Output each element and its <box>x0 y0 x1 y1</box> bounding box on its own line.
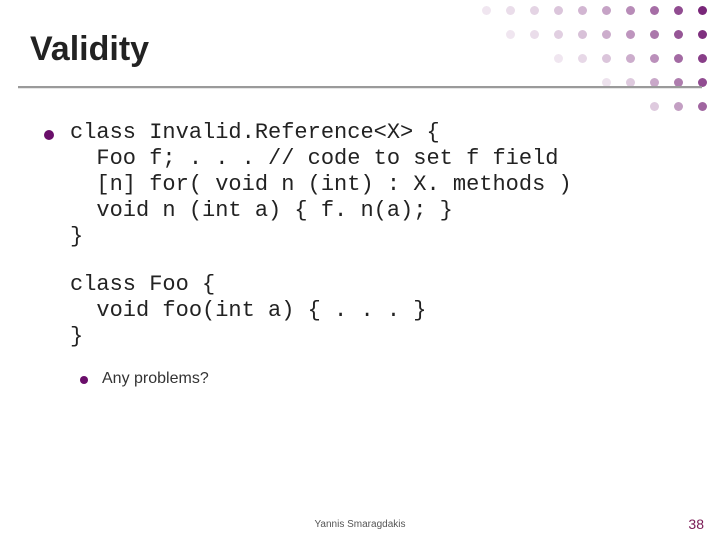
code-block-1: class Invalid.Reference<X> { Foo f; . . … <box>70 120 690 250</box>
bullet-item: class Invalid.Reference<X> { Foo f; . . … <box>42 120 690 250</box>
corner-dot-decoration <box>460 0 720 120</box>
page-number: 38 <box>688 516 704 532</box>
slide-title: Validity <box>30 30 149 69</box>
sub-bullet-item: Any problems? <box>80 370 690 388</box>
slide-content: class Invalid.Reference<X> { Foo f; . . … <box>42 120 690 388</box>
title-divider <box>18 86 702 88</box>
sub-bullet-text: Any problems? <box>102 370 209 387</box>
code-block-2: class Foo { void foo(int a) { . . . } } <box>70 272 690 350</box>
footer-author: Yannis Smaragdakis <box>0 519 720 530</box>
